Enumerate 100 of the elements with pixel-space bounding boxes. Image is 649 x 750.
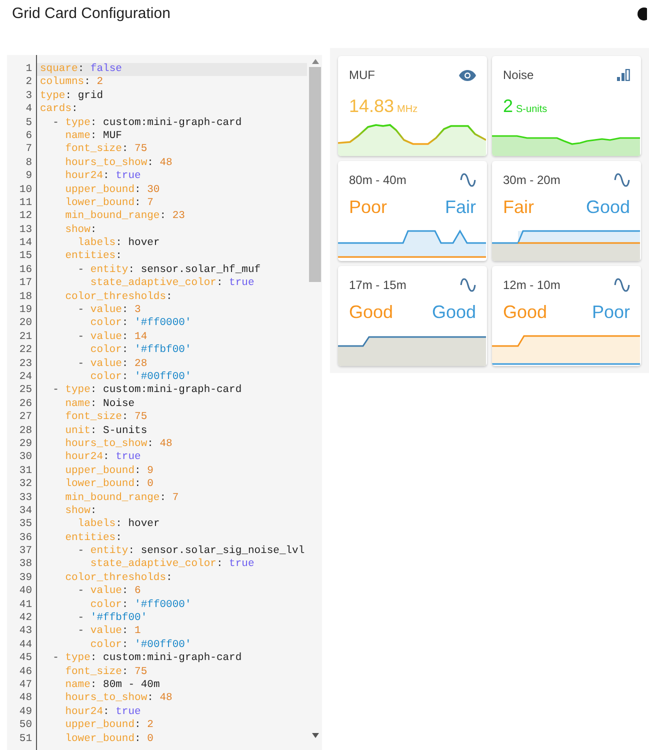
line-number: 50 (19, 719, 32, 732)
code-line: min_bound_range: 7 (64, 492, 180, 505)
line-number: 15 (19, 250, 32, 262)
line-number: 28 (19, 424, 32, 437)
code-line: - type: custom:mini-graph-card (52, 384, 243, 398)
line-number: 6 (26, 130, 32, 142)
code-line: name: Noise (64, 398, 136, 411)
line-number: 26 (19, 398, 32, 410)
code-line: show: (64, 504, 98, 518)
code-line: font_size: 75 (64, 666, 148, 679)
line-number: 5 (26, 116, 32, 129)
line-number: 4 (26, 103, 32, 116)
sine-wave-icon (460, 278, 476, 292)
code-line: hour24: true (64, 451, 142, 465)
code-line: - value: 14 (76, 330, 148, 344)
card-title: 17m - 15m (349, 277, 406, 294)
code-line: hours_to_show: 48 (64, 692, 174, 706)
line-number: 25 (19, 384, 32, 396)
graph-card[interactable]: Noise 2 S-units (492, 56, 641, 156)
code-line: color: '#ff0000' (89, 317, 192, 331)
line-number: 14 (19, 237, 32, 250)
line-number: 39 (19, 572, 32, 584)
graph-card[interactable]: 30m - 20m Fair Good (492, 161, 641, 261)
card-title: Noise (503, 67, 534, 84)
card-title: 80m - 40m (349, 172, 406, 189)
state-value: Good (586, 196, 630, 219)
line-number: 31 (19, 464, 32, 477)
code-line: unit: S-units (64, 424, 148, 438)
graph-card[interactable]: 80m - 40m Poor Fair (338, 161, 487, 261)
code-line: font_size: 75 (64, 143, 148, 157)
graph-card[interactable]: 17m - 15m Good Good (338, 266, 487, 366)
code-line: hour24: true (64, 170, 142, 184)
code-line: type: grid (39, 90, 104, 103)
signal-icon (617, 69, 630, 81)
code-line: color: '#00ff00' (89, 638, 192, 652)
unit-label: S-units (516, 103, 548, 117)
code-line: name: 80m - 40m (64, 678, 161, 692)
line-number: 10 (19, 184, 32, 196)
line-number: 8 (26, 156, 32, 169)
code-line: min_bound_range: 23 (64, 210, 186, 224)
line-number: 40 (19, 585, 32, 598)
state-value: 2 (503, 95, 514, 118)
dialog-title: Grid Card Configuration (12, 4, 170, 24)
scroll-down-icon[interactable] (312, 733, 318, 738)
line-number: 12 (19, 210, 32, 222)
code-line: color: '#00ff00' (89, 370, 192, 384)
code-line: cards: (39, 103, 79, 117)
code-line: hours_to_show: 48 (64, 438, 174, 451)
code-line: hours_to_show: 48 (64, 156, 174, 170)
code-line: - entity: sensor.solar_hf_muf (76, 264, 262, 277)
line-number: 47 (19, 678, 32, 691)
code-line: columns: 2 (39, 76, 104, 90)
help-icon[interactable] (637, 7, 647, 21)
line-number: 49 (19, 706, 32, 718)
line-number: 34 (19, 504, 32, 517)
line-number: 46 (19, 666, 32, 678)
code-line: - type: custom:mini-graph-card (52, 116, 243, 130)
line-number: 13 (19, 224, 32, 236)
code-line: labels: hover (76, 518, 161, 532)
line-number: 27 (19, 411, 32, 424)
line-number: 23 (19, 358, 32, 370)
state-value: Poor (349, 196, 388, 219)
code-line: entities: (64, 532, 123, 545)
state-value: Good (503, 301, 548, 324)
code-line: color: '#ffbf00' (89, 344, 192, 358)
state-value: Poor (592, 301, 630, 324)
scrollbar-thumb[interactable] (309, 67, 321, 282)
line-number: 32 (19, 478, 32, 490)
code-line: state_adaptive_color: true (89, 558, 256, 572)
sine-wave-icon (614, 278, 630, 292)
line-number: 17 (19, 277, 32, 290)
graph-card[interactable]: 12m - 10m Good Poor (492, 266, 641, 366)
line-number: 30 (19, 451, 32, 464)
code-line: entities: (64, 250, 123, 264)
code-line: color_thresholds: (64, 572, 174, 585)
code-line: lower_bound: 7 (64, 196, 154, 210)
line-number: 24 (19, 370, 32, 383)
code-line: labels: hover (76, 237, 161, 250)
line-number: 3 (26, 90, 32, 102)
code-line: - value: 3 (76, 304, 142, 317)
line-number: 2 (26, 76, 32, 88)
state-value: Good (349, 301, 394, 324)
line-number: 33 (19, 492, 32, 504)
code-line: - '#ffbf00' (76, 612, 148, 625)
line-number: 16 (19, 264, 32, 276)
scroll-up-icon[interactable] (312, 59, 318, 64)
line-number: 19 (19, 304, 32, 316)
card-title: 12m - 10m (503, 277, 560, 294)
unit-label: MHz (397, 103, 418, 117)
line-number: 35 (19, 518, 32, 530)
line-number: 1 (26, 63, 32, 75)
graph-card[interactable]: MUF 14.83 MHz (338, 56, 487, 156)
code-line: - value: 1 (76, 625, 142, 639)
line-number: 11 (19, 196, 32, 209)
line-number: 42 (19, 612, 32, 624)
line-number: 29 (19, 438, 32, 450)
line-number: 18 (19, 290, 32, 303)
line-number: 37 (19, 545, 32, 558)
code-line: - value: 6 (76, 585, 142, 599)
eye-icon (459, 70, 476, 80)
